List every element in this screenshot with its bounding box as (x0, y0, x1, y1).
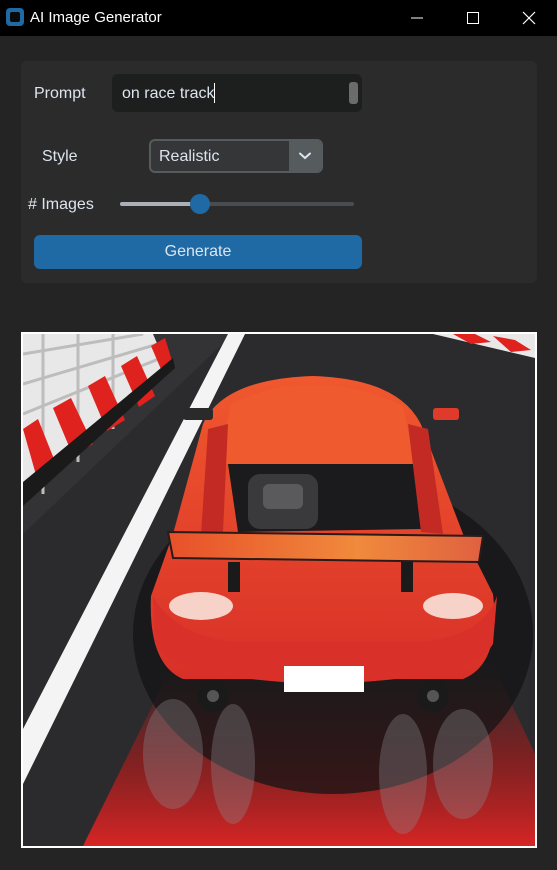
style-dropdown-button[interactable] (289, 141, 321, 171)
images-slider[interactable] (120, 202, 354, 206)
chevron-down-icon (299, 152, 311, 160)
title-bar[interactable]: AI Image Generator (0, 0, 557, 36)
app-icon (6, 8, 24, 26)
images-slider-thumb[interactable] (190, 194, 210, 214)
style-dropdown[interactable]: Realistic (149, 139, 323, 173)
images-label: # Images (28, 196, 94, 213)
prompt-label: Prompt (34, 85, 86, 102)
prompt-input[interactable]: on race track (112, 74, 362, 112)
minimize-button[interactable] (389, 0, 445, 36)
style-label: Style (42, 148, 78, 165)
style-dropdown-value: Realistic (159, 148, 220, 165)
maximize-icon (467, 12, 479, 24)
minimize-icon (411, 17, 423, 19)
text-caret (214, 83, 215, 103)
generated-image-red-sports-car (23, 334, 535, 846)
close-button[interactable] (501, 0, 557, 36)
prompt-scrollbar[interactable] (349, 82, 358, 104)
prompt-input-value: on race track (122, 85, 215, 102)
maximize-button[interactable] (445, 0, 501, 36)
images-slider-fill (120, 202, 200, 206)
close-icon (522, 11, 536, 25)
window-title: AI Image Generator (30, 9, 162, 26)
generated-image-panel (21, 332, 537, 848)
generate-button[interactable]: Generate (34, 235, 362, 269)
